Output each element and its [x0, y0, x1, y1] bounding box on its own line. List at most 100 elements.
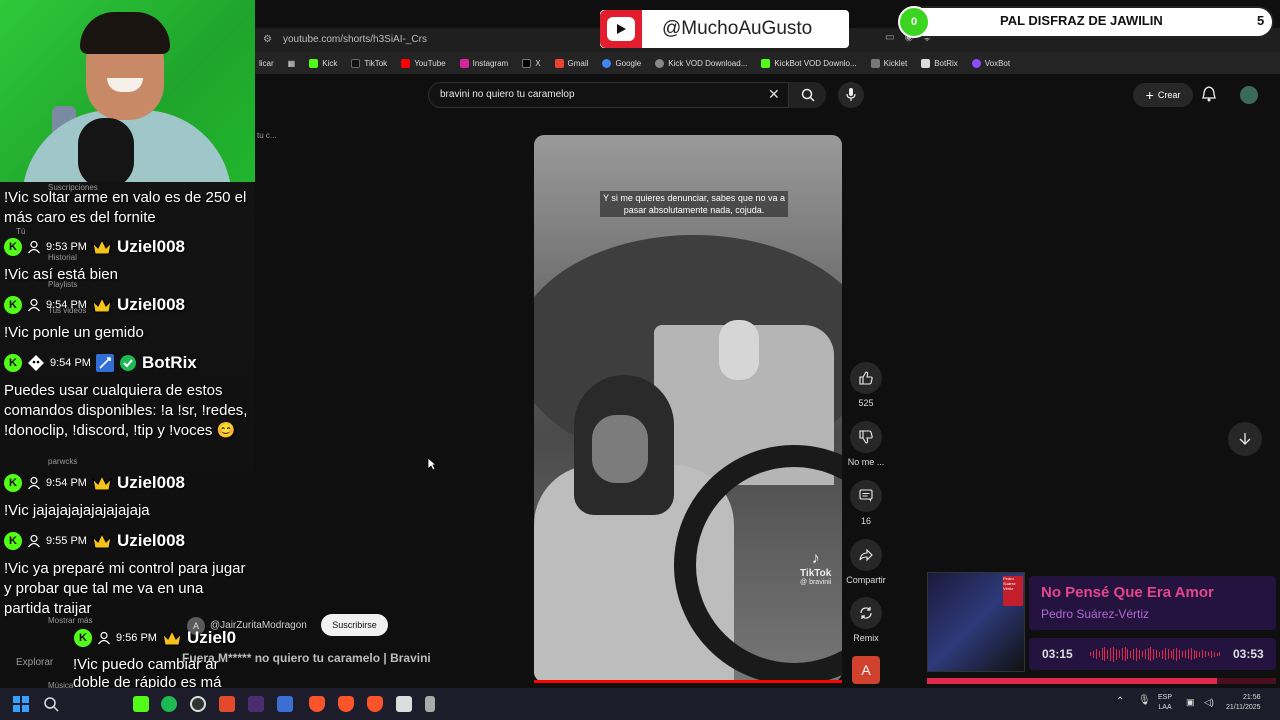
waveform-bar — [1161, 649, 1163, 659]
remix-icon — [860, 607, 872, 619]
bookmark-kickbot-vod[interactable]: KickBot VOD Downlo... — [761, 58, 857, 68]
waveform-bar — [1167, 649, 1169, 659]
remix-source-avatar[interactable]: A — [852, 656, 880, 684]
youtube-logo-icon — [607, 17, 635, 41]
brave-app-icon[interactable] — [338, 696, 354, 712]
bookmark-x[interactable]: X — [522, 58, 541, 68]
bookmark-instagram[interactable]: Instagram — [459, 58, 508, 68]
chat-message: !Vic ya preparé mi control para jugar y … — [4, 560, 246, 617]
bookmark-botrix[interactable]: BotRix — [921, 58, 958, 68]
bookmark-voxbot[interactable]: VoxBot — [971, 58, 1010, 68]
bot-badge-icon — [28, 355, 44, 371]
arrow-down-icon — [1239, 433, 1251, 445]
waveform-bar — [1150, 647, 1152, 661]
volume-icon[interactable]: ◁) — [1204, 697, 1214, 707]
short-video-player[interactable] — [534, 135, 842, 682]
obs-app-icon[interactable] — [190, 696, 206, 712]
sidebar-you[interactable]: Tú — [16, 227, 25, 236]
chat-user-line: K 9:54 PM Uziel008 — [4, 472, 185, 494]
waveform-bar — [1124, 647, 1126, 661]
waveform-bar — [1184, 650, 1186, 658]
chat-user-line: K 9:54 PM Uziel008 — [4, 294, 185, 316]
waveform-bar — [1159, 651, 1160, 657]
user-icon — [98, 631, 110, 645]
chat-message: Puedes usar cualquiera de estos comandos… — [4, 382, 248, 439]
song-elapsed-time: 03:15 — [1042, 647, 1073, 661]
next-short-button[interactable] — [1228, 422, 1262, 456]
chat-user-line: K 9:53 PM Uziel008 — [4, 236, 185, 258]
windows-start-icon[interactable] — [13, 696, 29, 712]
taskbar-search-icon[interactable] — [43, 696, 59, 712]
waveform-bar — [1141, 651, 1143, 657]
remix-action[interactable]: Remix — [850, 597, 882, 643]
dislike-action[interactable]: No me ... — [846, 421, 886, 467]
search-input[interactable]: bravini no quiero tu caramelop — [440, 89, 575, 100]
site-info-icon[interactable]: ⚙ — [263, 34, 272, 45]
song-total-time: 03:53 — [1233, 647, 1264, 661]
extension-icon[interactable]: ▭ — [885, 32, 894, 43]
sidebar-channel[interactable]: parwcks — [48, 457, 77, 466]
app-icon[interactable] — [425, 696, 435, 712]
search-button[interactable] — [788, 82, 826, 108]
bookmark-youtube[interactable]: YouTube — [401, 58, 446, 68]
kick-badge-icon: K — [74, 629, 92, 647]
bookmark-google[interactable]: Google — [602, 58, 641, 68]
waveform-bar — [1187, 649, 1189, 659]
brave-app-icon[interactable] — [309, 696, 325, 712]
language-indicator[interactable]: ESP LAA — [1158, 693, 1172, 713]
goal-target: 5 — [1257, 13, 1265, 28]
comments-action[interactable]: 16 — [850, 480, 882, 526]
apps-grid-icon[interactable]: ▦ — [288, 59, 296, 68]
sidebar-explore[interactable]: Explorar — [16, 657, 53, 668]
app-icon[interactable] — [248, 696, 264, 712]
file-icon[interactable] — [396, 696, 412, 712]
network-icon[interactable]: ▣ — [1186, 697, 1195, 707]
microphone-tray-icon[interactable]: 🎙 — [1138, 696, 1151, 706]
video-progress-bar[interactable] — [534, 680, 842, 683]
url-text[interactable]: youtube.com/shorts/h3SiAI-_Crs — [283, 34, 427, 45]
spotify-app-icon[interactable] — [161, 696, 177, 712]
notifications-bell-icon[interactable] — [1202, 86, 1216, 102]
brave-app-icon[interactable] — [367, 696, 383, 712]
goal-title: PAL DISFRAZ DE JAWILIN — [1000, 13, 1163, 28]
account-avatar[interactable] — [1240, 86, 1258, 104]
bookmark-kick-vod[interactable]: Kick VOD Download... — [655, 58, 747, 68]
video-caption: Y si me quieres denunciar, sabes que no … — [600, 191, 788, 217]
app-icon[interactable] — [219, 696, 235, 712]
clear-search-icon[interactable]: ✕ — [768, 86, 780, 103]
youtube-handle: @MuchoAuGusto — [662, 18, 813, 39]
waveform-bar — [1110, 647, 1111, 661]
crown-icon — [92, 533, 112, 549]
taskbar-clock[interactable]: 21:56 21/11/2025 — [1226, 693, 1261, 713]
waveform-bar — [1113, 646, 1114, 662]
thumbs-down-icon — [859, 430, 873, 444]
waveform-bar — [1196, 650, 1198, 658]
waveform-bar — [1101, 648, 1103, 660]
app-icon[interactable] — [277, 696, 293, 712]
mouse-cursor-icon — [427, 457, 437, 471]
waveform-bar — [1144, 649, 1146, 659]
chevron-up-icon[interactable]: ⌃ — [1116, 697, 1124, 707]
share-action[interactable]: Compartir — [843, 539, 889, 585]
kick-badge-icon: K — [4, 238, 22, 256]
search-icon — [801, 88, 815, 102]
voice-search-button[interactable] — [838, 82, 864, 108]
waveform-bar — [1130, 650, 1132, 658]
song-progress-bar — [927, 678, 1276, 684]
like-action[interactable]: 525 — [850, 362, 882, 408]
tiktok-watermark: ♪ TikTok @ bravinii — [800, 550, 832, 586]
bookmark-kick[interactable]: Kick — [309, 58, 337, 68]
kick-badge-icon: K — [4, 296, 22, 314]
waveform-bar — [1202, 650, 1203, 658]
create-button[interactable]: + Crear — [1133, 83, 1193, 107]
kick-app-icon[interactable] — [133, 696, 149, 712]
bookmark-gmail[interactable]: Gmail — [554, 58, 588, 68]
bookmark-kicklet[interactable]: Kicklet — [870, 58, 907, 68]
album-badge: Pedro Suárez Vértiz — [1003, 576, 1023, 606]
stream-screen: ⚙ youtube.com/shorts/h3SiAI-_Crs ▭ ◉ ◈ l… — [0, 0, 1280, 720]
waveform-bar — [1127, 649, 1129, 659]
chat-user-line: K 9:54 PM BotRix — [4, 352, 197, 374]
bookmark-item[interactable]: licar — [259, 59, 274, 68]
subscribe-button[interactable]: Suscribirse — [321, 614, 388, 636]
bookmark-tiktok[interactable]: TikTok — [351, 58, 387, 68]
